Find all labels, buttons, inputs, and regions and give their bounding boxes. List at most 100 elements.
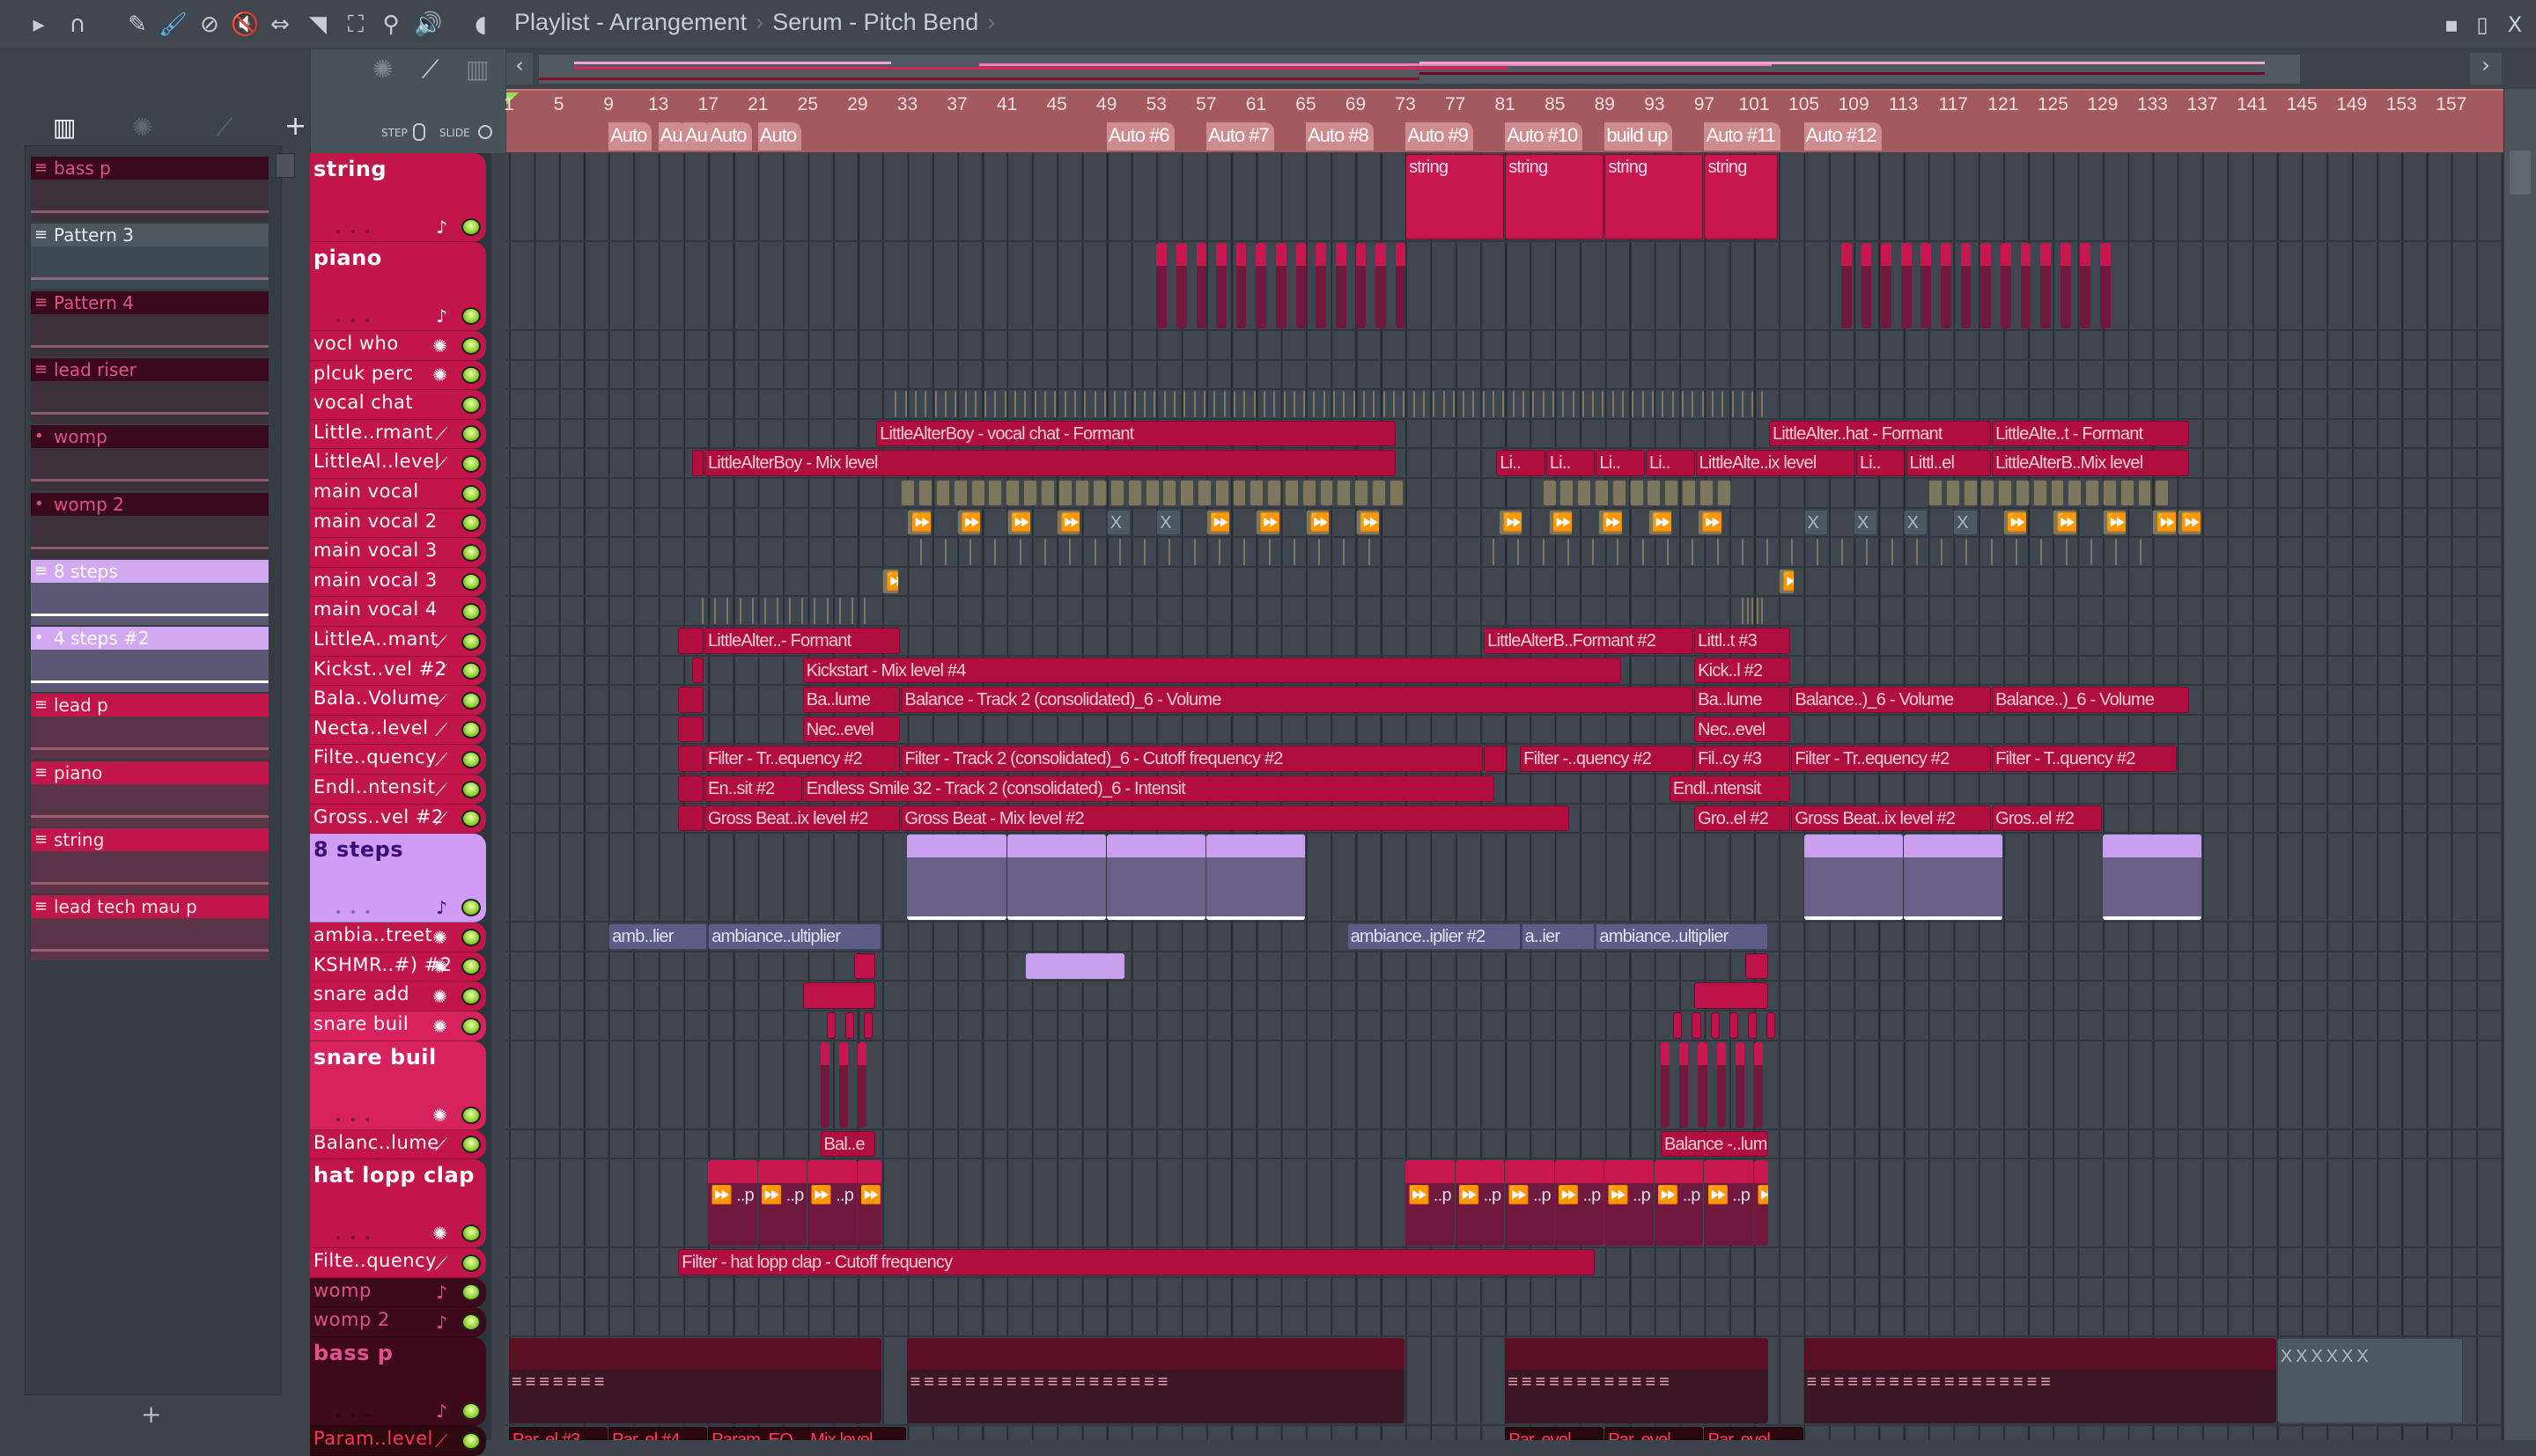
- scroll-thumb[interactable]: [2510, 151, 2531, 195]
- track-lane[interactable]: ≡ ≡ ≡ ≡ ≡ ≡ ≡ ≡ ≡ ≡ ≡ ≡ ≡ ≡ ≡ ≡ ≡ ≡ ≡ ≡ ≡…: [506, 1337, 2503, 1426]
- track-lane[interactable]: [506, 1278, 2503, 1308]
- pattern-item[interactable]: ≡ bass p: [31, 157, 269, 222]
- audio-slice[interactable]: [1133, 391, 1136, 417]
- audio-slice[interactable]: [2140, 539, 2142, 565]
- audio-slice[interactable]: [1493, 539, 1495, 565]
- audio-slice[interactable]: [1168, 539, 1171, 565]
- bar-number[interactable]: 65: [1295, 94, 1316, 115]
- bar-number[interactable]: 81: [1495, 94, 1515, 115]
- track-header[interactable]: Little..rmant ⟋: [310, 419, 486, 450]
- track-lane[interactable]: [506, 538, 2503, 568]
- mute-icon[interactable]: ⊘: [195, 11, 224, 39]
- automation-clip[interactable]: Nec..evel: [802, 716, 901, 743]
- clip-segment[interactable]: [1716, 480, 1731, 506]
- audio-slice[interactable]: [2015, 539, 2017, 565]
- audio-slice[interactable]: [994, 539, 997, 565]
- audio-slice[interactable]: [1034, 391, 1036, 417]
- audio-slice[interactable]: [1611, 391, 1614, 417]
- track-lane[interactable]: En..sit #2 Endless Smile 32 - Track 2 (co…: [506, 775, 2503, 805]
- automation-clip[interactable]: Fil..cy #3: [1694, 746, 1791, 772]
- audio-slice[interactable]: [1094, 391, 1096, 417]
- clip-segment[interactable]: [1006, 480, 1021, 506]
- track-mute-led[interactable]: [461, 1224, 481, 1243]
- audio-slice[interactable]: [1283, 391, 1286, 417]
- pattern-clip[interactable]: string: [1704, 154, 1779, 239]
- audio-slice[interactable]: [1716, 539, 1719, 565]
- audio-slice[interactable]: [763, 598, 766, 624]
- audio-slice[interactable]: [1103, 391, 1106, 417]
- pattern-clip[interactable]: string: [1505, 154, 1604, 239]
- audio-slice[interactable]: [2040, 539, 2043, 565]
- automation-clip[interactable]: ambiance..iplier #2: [1346, 923, 1521, 950]
- track-header[interactable]: womp ♪: [310, 1277, 486, 1308]
- resize-handle[interactable]: • • •: [335, 1409, 373, 1423]
- audio-slice[interactable]: [1114, 391, 1117, 417]
- clip-segment[interactable]: [1235, 243, 1247, 328]
- audio-slice[interactable]: [1567, 539, 1569, 565]
- automation-clip[interactable]: Balance -..lume #2: [1660, 1130, 1768, 1158]
- clip-segment[interactable]: [1681, 480, 1696, 506]
- track-lane[interactable]: Filter - Tr..equency #2 Filter - Track 2 …: [506, 745, 2503, 775]
- resize-handle[interactable]: • • •: [335, 1114, 373, 1128]
- clip-segment[interactable]: [2137, 480, 2152, 506]
- bar-number[interactable]: 101: [1738, 94, 1769, 115]
- track-header[interactable]: snare buil ✺: [310, 1011, 486, 1041]
- audio-clip[interactable]: X: [1156, 509, 1181, 536]
- track-mute-led[interactable]: [461, 780, 481, 798]
- clip-segment[interactable]: [1110, 480, 1124, 506]
- automation-clip[interactable]: Par..evel: [1505, 1427, 1604, 1440]
- pattern-item[interactable]: ≡ 8 steps: [31, 559, 269, 625]
- audio-slice[interactable]: [1382, 391, 1385, 417]
- audio-slice[interactable]: [925, 391, 927, 417]
- audio-slice[interactable]: [1243, 391, 1246, 417]
- pattern-clip[interactable]: ≡ 8 steps: [1106, 835, 1205, 921]
- timeline-marker[interactable]: Auto #12: [1803, 122, 1882, 151]
- audio-clip[interactable]: ⏩: [1648, 509, 1673, 536]
- track-header[interactable]: Endl..ntensit ⟋: [310, 775, 486, 805]
- audio-slice[interactable]: [814, 598, 816, 624]
- clip-segment[interactable]: [1180, 480, 1195, 506]
- clip-segment[interactable]: [2100, 243, 2111, 328]
- audio-slice[interactable]: [1592, 539, 1595, 565]
- clip-segment[interactable]: [844, 1012, 855, 1039]
- pattern-clip[interactable]: ≡ ≡ ≡ ≡ ≡ ≡ ≡: [509, 1338, 882, 1423]
- audio-slice[interactable]: [1701, 391, 1704, 417]
- automation-clip[interactable]: Filter - hat lopp clap - Cutoff frequenc…: [678, 1249, 1596, 1276]
- clip-segment[interactable]: [2080, 243, 2091, 328]
- track-mute-led[interactable]: [461, 750, 481, 768]
- audio-slice[interactable]: [1174, 391, 1176, 417]
- audio-slice[interactable]: [1761, 391, 1764, 417]
- bar-number[interactable]: 17: [698, 94, 719, 115]
- audio-slice[interactable]: [1721, 391, 1724, 417]
- audio-slice[interactable]: [1118, 539, 1121, 565]
- track-lane[interactable]: [506, 390, 2503, 420]
- audio-slice[interactable]: [1581, 391, 1584, 417]
- track-header[interactable]: Filte..quency ⟋: [310, 745, 486, 775]
- track-mute-led[interactable]: [461, 810, 481, 828]
- audio-slice[interactable]: [1532, 391, 1535, 417]
- audio-clip[interactable]: X: [1953, 509, 1978, 536]
- track-lane[interactable]: [506, 982, 2503, 1011]
- audio-slice[interactable]: [1343, 391, 1345, 417]
- automation-clip[interactable]: Kick..l #2: [1694, 657, 1791, 684]
- bar-number[interactable]: 149: [2336, 94, 2367, 115]
- clip-segment[interactable]: [1754, 1041, 1764, 1128]
- track-mute-led[interactable]: [461, 958, 481, 976]
- track-mute-led[interactable]: [461, 899, 481, 917]
- pattern-item[interactable]: ≡ lead tech mau p: [31, 895, 269, 961]
- automation-clip[interactable]: [678, 746, 704, 772]
- clip-segment[interactable]: [1699, 480, 1714, 506]
- clip-segment[interactable]: [826, 1012, 836, 1039]
- audio-slice[interactable]: [2115, 539, 2118, 565]
- audio-slice[interactable]: [1866, 539, 1869, 565]
- audio-slice[interactable]: [1233, 391, 1235, 417]
- clip-segment[interactable]: [1319, 480, 1334, 506]
- automation-clip[interactable]: Filter - Tr..equency #2: [1791, 746, 1992, 772]
- automation-clip[interactable]: LittleAlterB..Mix level: [1992, 450, 2189, 476]
- bar-number[interactable]: 105: [1788, 94, 1819, 115]
- audio-slice[interactable]: [955, 391, 957, 417]
- bar-number[interactable]: 157: [2436, 94, 2466, 115]
- automation-clip[interactable]: [691, 657, 704, 684]
- track-header[interactable]: plcuk perc ✺: [310, 360, 486, 391]
- audio-slice[interactable]: [1522, 391, 1524, 417]
